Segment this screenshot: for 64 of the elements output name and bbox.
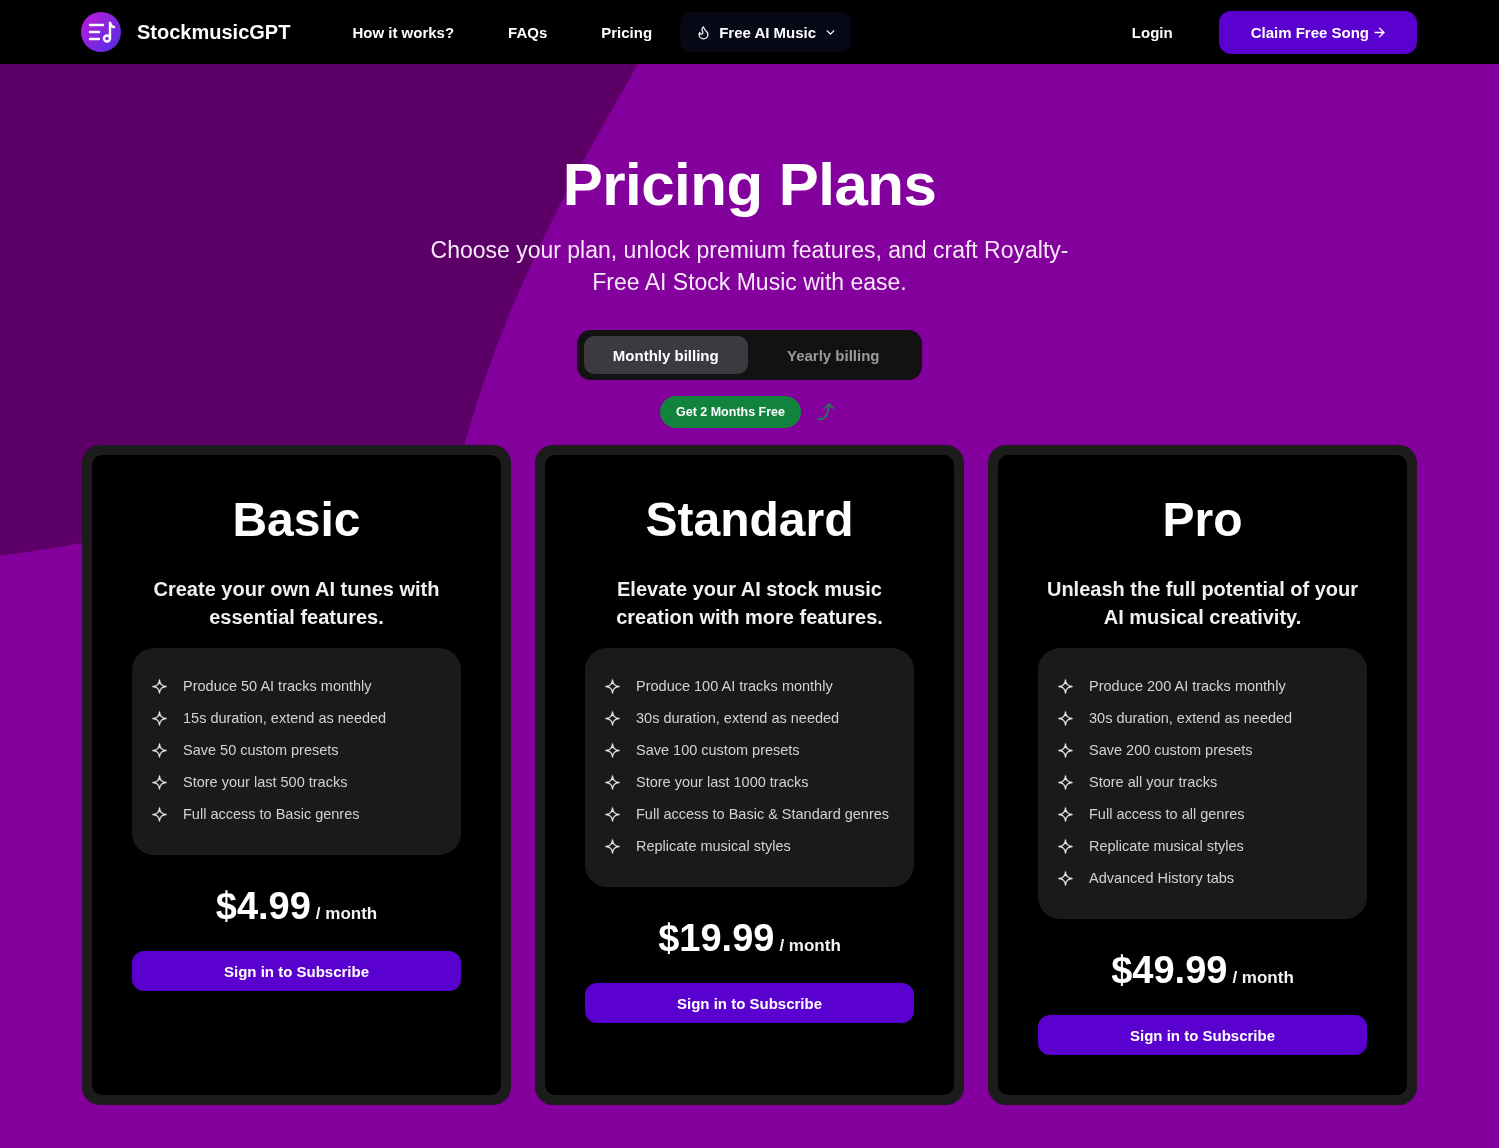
sparkle-icon — [605, 710, 620, 726]
sparkle-icon — [152, 678, 167, 694]
feature-text: 15s duration, extend as needed — [183, 710, 387, 726]
feature-text: Produce 50 AI tracks monthly — [183, 678, 372, 694]
feature-text: Save 50 custom presets — [183, 742, 339, 758]
nav-link[interactable]: Pricing — [601, 23, 653, 41]
promo-badge: Get 2 Months Free — [659, 396, 801, 428]
feature-text: Replicate musical styles — [636, 838, 791, 854]
sparkle-icon — [1058, 774, 1073, 790]
plan-price: $19.99 — [658, 917, 775, 960]
sparkle-icon — [1058, 678, 1073, 694]
plan-description: Unleash the full potential of your AI musical creativity. — [1045, 577, 1360, 630]
page-title: Pricing Plans — [562, 150, 937, 220]
logo-icon[interactable] — [81, 12, 121, 52]
feature-text: Save 100 custom presets — [636, 742, 800, 758]
plan-price: $49.99 — [1111, 949, 1228, 992]
price-period: / month — [779, 936, 841, 956]
feature-text: Store all your tracks — [1089, 774, 1218, 790]
plan-name: Pro — [1162, 492, 1243, 548]
sparkle-icon — [1058, 806, 1073, 822]
sparkle-icon — [605, 774, 620, 790]
billing-tab[interactable]: Yearly billing — [751, 336, 915, 374]
sparkle-icon — [152, 742, 167, 758]
plan-price: $4.99 — [215, 885, 311, 928]
sparkle-icon — [605, 742, 620, 758]
feature-text: Full access to all genres — [1089, 806, 1245, 822]
feature-text: Full access to Basic & Standard genres — [636, 806, 890, 822]
page-subtitle: Choose your plan, unlock premium features, and craft Royalty-Free AI Stock Music with ease. — [429, 236, 1070, 297]
nav-dropdown[interactable]: Free AI Music — [680, 12, 852, 52]
sparkle-icon — [152, 710, 167, 726]
sparkle-icon — [1058, 710, 1073, 726]
subscribe-button[interactable]: Sign in to Subscribe — [132, 951, 461, 991]
claim-song-button[interactable]: Claim Free Song — [1218, 10, 1417, 54]
sparkle-icon — [605, 838, 620, 854]
feature-text: Save 200 custom presets — [1089, 742, 1253, 758]
feature-text: Produce 100 AI tracks monthly — [636, 678, 833, 694]
sparkle-icon — [152, 806, 167, 822]
subscribe-button[interactable]: Sign in to Subscribe — [1038, 1015, 1367, 1055]
plan-name: Standard — [645, 492, 854, 548]
feature-text: Advanced History tabs — [1089, 870, 1235, 886]
plan-description: Elevate your AI stock music creation with more features. — [615, 577, 884, 630]
feature-text: 30s duration, extend as needed — [1089, 710, 1293, 726]
sparkle-icon — [152, 774, 167, 790]
nav-link[interactable]: How it works? — [352, 23, 455, 41]
plan-name: Basic — [232, 492, 361, 548]
brand-name[interactable]: StockmusicGPT — [137, 20, 291, 44]
sparkle-icon — [605, 806, 620, 822]
price-period: / month — [1232, 968, 1294, 988]
feature-text: 30s duration, extend as needed — [636, 710, 840, 726]
feature-text: Replicate musical styles — [1089, 838, 1244, 854]
sparkle-icon — [1058, 742, 1073, 758]
price-period: / month — [315, 904, 378, 924]
subscribe-button[interactable]: Sign in to Subscribe — [585, 983, 914, 1023]
feature-text: Store your last 1000 tracks — [636, 774, 809, 790]
feature-text: Produce 200 AI tracks monthly — [1089, 678, 1286, 694]
sparkle-icon — [605, 678, 620, 694]
feature-text: Full access to Basic genres — [183, 806, 360, 822]
plan-description: Create your own AI tunes with essential features. — [152, 577, 441, 630]
feature-text: Store your last 500 tracks — [183, 774, 348, 790]
billing-tab[interactable]: Monthly billing — [584, 336, 748, 374]
login-link[interactable]: Login — [1131, 23, 1173, 41]
sparkle-icon — [1058, 838, 1073, 854]
sparkle-icon — [1058, 870, 1073, 886]
nav-link[interactable]: FAQs — [508, 23, 548, 41]
